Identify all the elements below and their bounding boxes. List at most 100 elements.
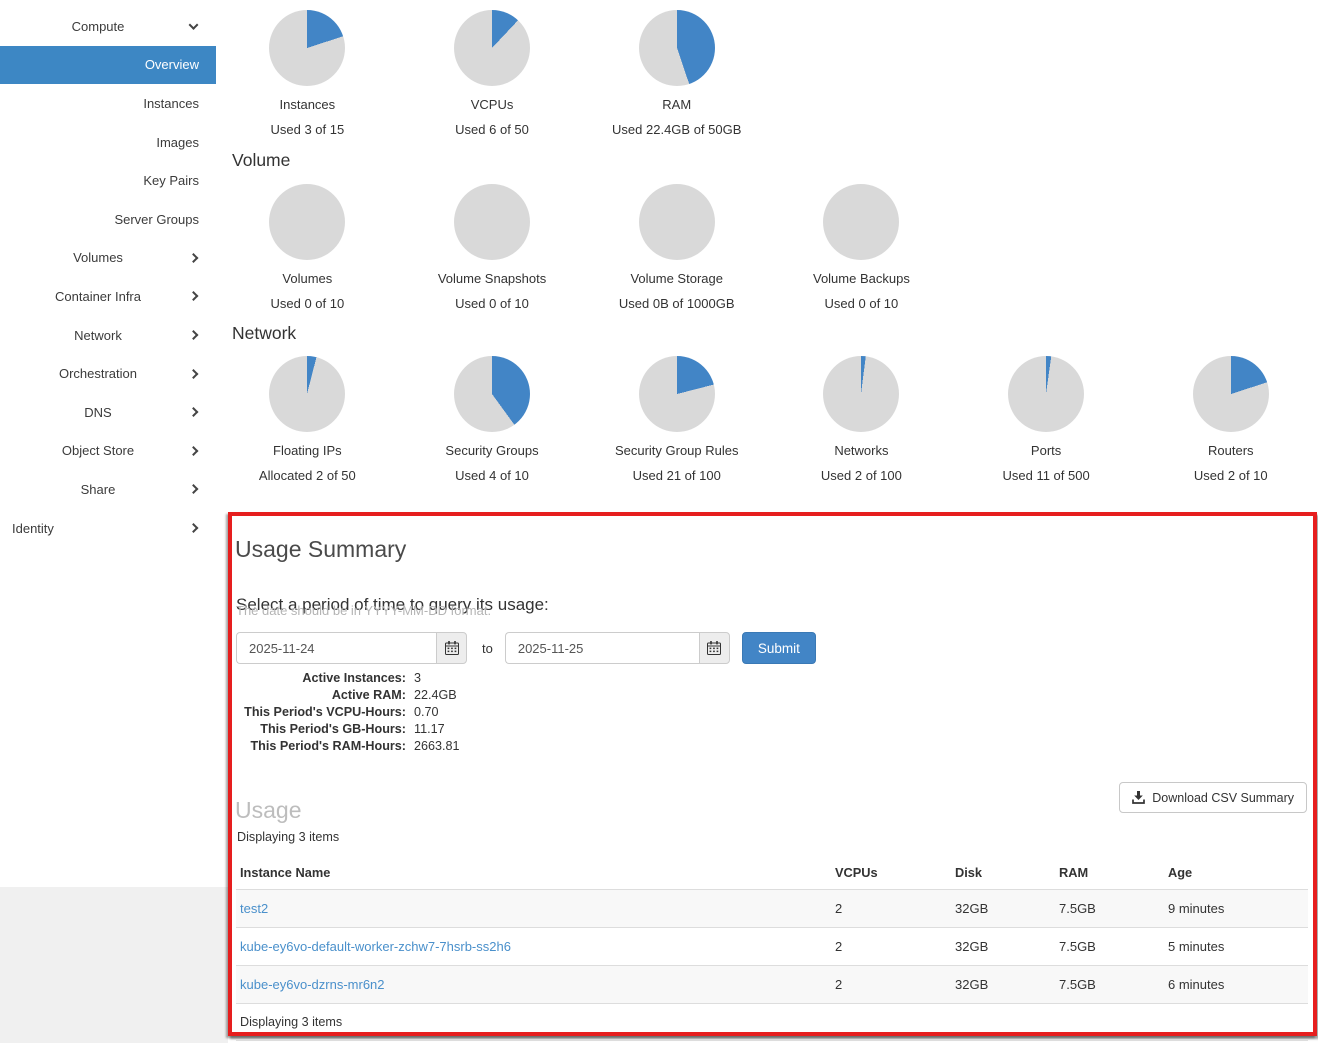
column-header-disk[interactable]: Disk xyxy=(951,856,1055,890)
usage-stat-row: This Period's RAM-Hours:2663.81 xyxy=(232,737,460,754)
sidebar-item-images[interactable]: Images xyxy=(0,123,216,162)
pie-chart xyxy=(269,356,345,432)
quota-chart-label: Routers xyxy=(1138,443,1318,458)
pie-chart xyxy=(639,356,715,432)
usage-stat-label: Active RAM: xyxy=(232,688,406,702)
usage-stat-label: Active Instances: xyxy=(232,671,406,685)
pie-chart xyxy=(1193,356,1269,432)
sidebar-item-label: Images xyxy=(156,135,199,150)
download-csv-label: Download CSV Summary xyxy=(1152,791,1294,805)
usage-stat-row: Active Instances:3 xyxy=(232,669,460,686)
quota-chart-usage: Used 2 of 100 xyxy=(769,468,954,483)
quota-chart-security-group-rules: Security Group Rules Used 21 of 100 xyxy=(584,356,769,483)
sidebar-item-label: Compute xyxy=(0,19,196,34)
quota-chart-floating-ips: Floating IPsAllocated 2 of 50 xyxy=(215,356,400,483)
sidebar-item-overview[interactable]: Overview xyxy=(0,46,216,85)
date-from-group xyxy=(236,632,467,664)
instance-link[interactable]: test2 xyxy=(240,901,268,916)
usage-stat-row: Active RAM: 22.4GB xyxy=(232,686,460,703)
usage-stat-value: 2663.81 xyxy=(414,739,460,753)
sidebar-item-label: Network xyxy=(0,328,196,343)
usage-stat-value: 22.4GB xyxy=(414,688,457,702)
sidebar-item-label: Server Groups xyxy=(114,212,199,227)
quota-chart-label: Volumes xyxy=(215,271,400,286)
displaying-count-top: Displaying 3 items xyxy=(237,830,339,844)
column-header-age[interactable]: Age xyxy=(1164,856,1308,890)
sidebar-item-identity[interactable]: Identity xyxy=(0,509,216,548)
cell-instance-name: kube-ey6vo-dzrns-mr6n2 xyxy=(236,966,831,1004)
usage-table: Instance NameVCPUsDiskRAMAge test2 232GB7… xyxy=(236,856,1308,1041)
quota-chart-instances: InstancesUsed 3 of 15 xyxy=(215,10,400,137)
volume-section-title: Volume xyxy=(232,150,290,171)
sidebar-item-orchestration[interactable]: Orchestration xyxy=(0,354,216,393)
column-header-vcpus[interactable]: VCPUs xyxy=(831,856,951,890)
sidebar-item-network[interactable]: Network xyxy=(0,316,216,355)
quota-chart-networks: Networks Used 2 of 100 xyxy=(769,356,954,483)
quota-chart-volume-snapshots: Volume SnapshotsUsed 0 of 10 xyxy=(400,184,585,311)
sidebar-item-object-store[interactable]: Object Store xyxy=(0,432,216,471)
download-icon xyxy=(1132,791,1145,804)
sidebar-item-key-pairs[interactable]: Key Pairs xyxy=(0,161,216,200)
quota-chart-ram: RAMUsed 22.4GB of 50GB xyxy=(584,10,769,137)
quota-chart-usage: Used 0B of 1000GB xyxy=(584,296,769,311)
sidebar-item-dns[interactable]: DNS xyxy=(0,393,216,432)
calendar-picker-to-button[interactable] xyxy=(699,632,730,664)
pie-chart xyxy=(639,184,715,260)
usage-stat-row: This Period's GB-Hours:11.17 xyxy=(232,720,460,737)
network-section-title: Network xyxy=(232,323,296,344)
pie-chart xyxy=(454,10,530,86)
quota-chart-label: Security Group Rules xyxy=(584,443,769,458)
quota-chart-usage: Used 3 of 15 xyxy=(215,122,400,137)
quota-chart-usage: Used 21 of 100 xyxy=(584,468,769,483)
table-row: kube-ey6vo-dzrns-mr6n2232GB7.5GB6 minute… xyxy=(236,966,1308,1004)
quota-chart-label: Ports xyxy=(954,443,1139,458)
pie-chart xyxy=(454,356,530,432)
sidebar-item-label: Volumes xyxy=(0,250,196,265)
cell-vcpus: 2 xyxy=(831,966,951,1004)
pie-chart xyxy=(1008,356,1084,432)
instance-link[interactable]: kube-ey6vo-default-worker-zchw7-7hsrb-ss… xyxy=(240,939,511,954)
calendar-picker-from-button[interactable] xyxy=(436,632,467,664)
cell-disk: 32GB xyxy=(951,890,1055,928)
quota-chart-volumes: VolumesUsed 0 of 10 xyxy=(215,184,400,311)
annotation-rectangle: Usage Summary Select a period of time to… xyxy=(228,512,1317,1036)
limit-summary-row-volume: VolumesUsed 0 of 10Volume SnapshotsUsed … xyxy=(215,184,954,311)
sidebar-item-label: Orchestration xyxy=(0,366,196,381)
sidebar-item-volumes[interactable]: Volumes xyxy=(0,239,216,278)
date-to-group xyxy=(505,632,730,664)
quota-chart-label: VCPUs xyxy=(400,97,585,112)
submit-button[interactable]: Submit xyxy=(742,632,816,664)
quota-chart-label: Networks xyxy=(769,443,954,458)
page-background xyxy=(0,887,228,1043)
date-to-input[interactable] xyxy=(505,632,699,664)
quota-chart-label: Volume Storage xyxy=(584,271,769,286)
sidebar-item-server-groups[interactable]: Server Groups xyxy=(0,200,216,239)
quota-chart-usage: Used 11 of 500 xyxy=(954,468,1139,483)
cell-age: 6 minutes xyxy=(1164,966,1308,1004)
column-header-ram[interactable]: RAM xyxy=(1055,856,1164,890)
quota-chart-label: Floating IPs xyxy=(215,443,400,458)
chevron-right-icon xyxy=(189,523,199,533)
date-from-input[interactable] xyxy=(236,632,436,664)
quota-chart-usage: Used 4 of 10 xyxy=(400,468,585,483)
limit-summary-row-network: Floating IPsAllocated 2 of 50Security Gr… xyxy=(215,356,1318,483)
sidebar-item-label: Object Store xyxy=(0,443,196,458)
cell-ram: 7.5GB xyxy=(1055,966,1164,1004)
quota-chart-label: RAM xyxy=(584,97,769,112)
usage-stat-value: 11.17 xyxy=(414,722,445,736)
sidebar-item-label: Identity xyxy=(12,521,54,536)
quota-chart-security-groups: Security GroupsUsed 4 of 10 xyxy=(400,356,585,483)
download-csv-button[interactable]: Download CSV Summary xyxy=(1119,782,1307,813)
sidebar-item-share[interactable]: Share xyxy=(0,470,216,509)
quota-chart-volume-storage: Volume Storage Used 0B of 1000GB xyxy=(584,184,769,311)
cell-disk: 32GB xyxy=(951,928,1055,966)
column-header-instance-name[interactable]: Instance Name xyxy=(236,856,831,890)
quota-chart-usage: Used 6 of 50 xyxy=(400,122,585,137)
cell-ram: 7.5GB xyxy=(1055,890,1164,928)
sidebar-item-compute[interactable]: Compute xyxy=(0,7,216,46)
displaying-count-bottom: Displaying 3 items xyxy=(236,1004,1308,1041)
instance-link[interactable]: kube-ey6vo-dzrns-mr6n2 xyxy=(240,977,385,992)
sidebar-item-instances[interactable]: Instances xyxy=(0,84,216,123)
sidebar-item-container-infra[interactable]: Container Infra xyxy=(0,277,216,316)
cell-ram: 7.5GB xyxy=(1055,928,1164,966)
